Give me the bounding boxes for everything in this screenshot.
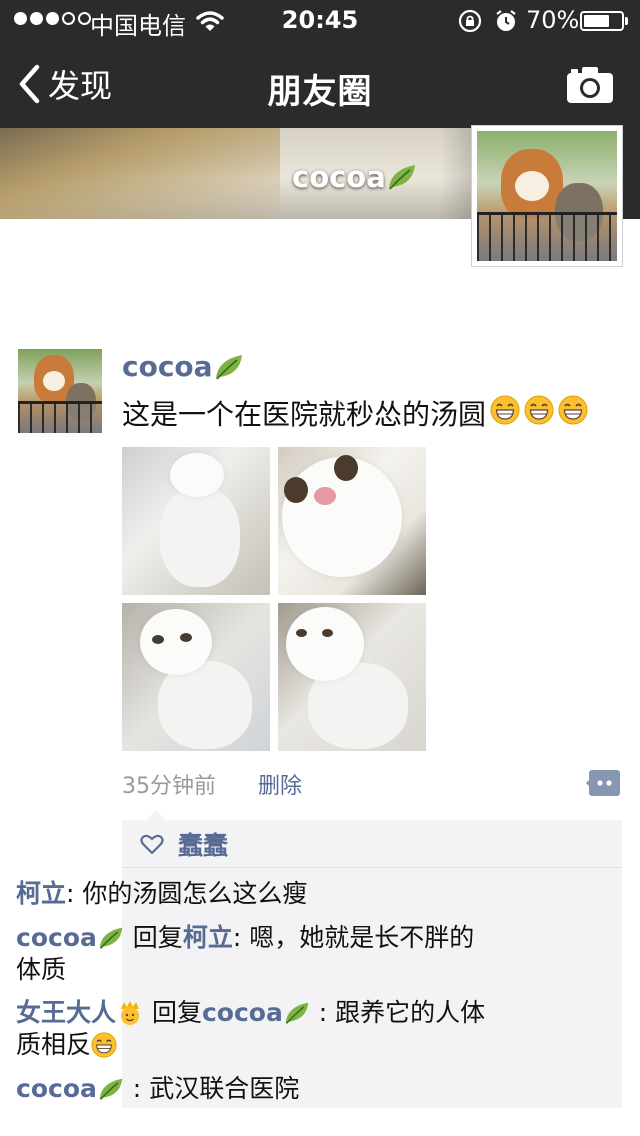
grin-emoji-icon [524,395,554,424]
comment-author[interactable]: cocoa [16,1074,97,1103]
like-user-name[interactable]: 蠢蠢 [178,826,228,862]
camera-icon[interactable] [566,66,614,104]
post-author-avatar[interactable] [18,349,102,433]
leaf-icon [99,1078,123,1100]
battery-icon [580,11,624,31]
delete-button[interactable]: 删除 [258,768,302,800]
post-photo-3[interactable] [122,603,270,751]
profile-avatar[interactable] [471,125,623,267]
page-title: 朋友圈 [267,72,373,112]
post-timestamp: 35分钟前 [122,774,216,799]
leaf-icon [285,1002,309,1024]
rotation-lock-icon [458,9,482,33]
leaf-icon [99,927,123,949]
comment-author[interactable]: cocoa [16,923,97,952]
comment-text: 你的汤圆怎么这么瘦 [82,879,308,908]
comment-item[interactable]: 柯立: 你的汤圆怎么这么瘦 [16,878,492,910]
post-emojis [486,395,588,432]
post-photo-1[interactable] [122,447,270,595]
comment-item[interactable]: cocoa 回复柯立: 嗯，她就是长不胖的体质 [16,922,492,986]
comment-author[interactable]: 女王大人 [16,998,116,1027]
crown-emoji-icon [121,1001,140,1025]
comment-reply-to[interactable]: cocoa [202,998,283,1027]
post-photo-2[interactable] [278,447,426,595]
top-bar: 中国电信 20:45 70% 发现 朋友圈 [0,0,640,128]
heart-icon [140,834,164,854]
post-photo-4[interactable] [278,603,426,751]
comment-action-icon[interactable] [586,770,620,796]
alarm-icon [496,10,516,31]
status-bar: 中国电信 20:45 70% [0,0,640,40]
comment-item[interactable]: 女王大人 回复cocoa : 跟养它的人体质相反 [16,997,492,1061]
comment-author[interactable]: 柯立 [16,879,66,908]
grin-emoji-icon [490,395,520,424]
comment-text: 武汉联合医院 [149,1074,300,1103]
battery-percentage: 70% [526,6,580,34]
post-text: 这是一个在医院就秒怂的汤圆 [122,393,588,433]
comment-reply-to[interactable]: 柯立 [183,923,233,952]
leaf-icon [215,354,242,380]
grin-emoji-icon [91,1032,117,1058]
cover-username: cocoa [292,160,418,194]
grin-emoji-icon [558,395,588,424]
comment-item[interactable]: cocoa : 武汉联合医院 [16,1073,492,1105]
leaf-icon [388,165,415,190]
post-author-name[interactable]: cocoa [122,350,245,383]
likes-row: 蠢蠢 [122,820,622,868]
